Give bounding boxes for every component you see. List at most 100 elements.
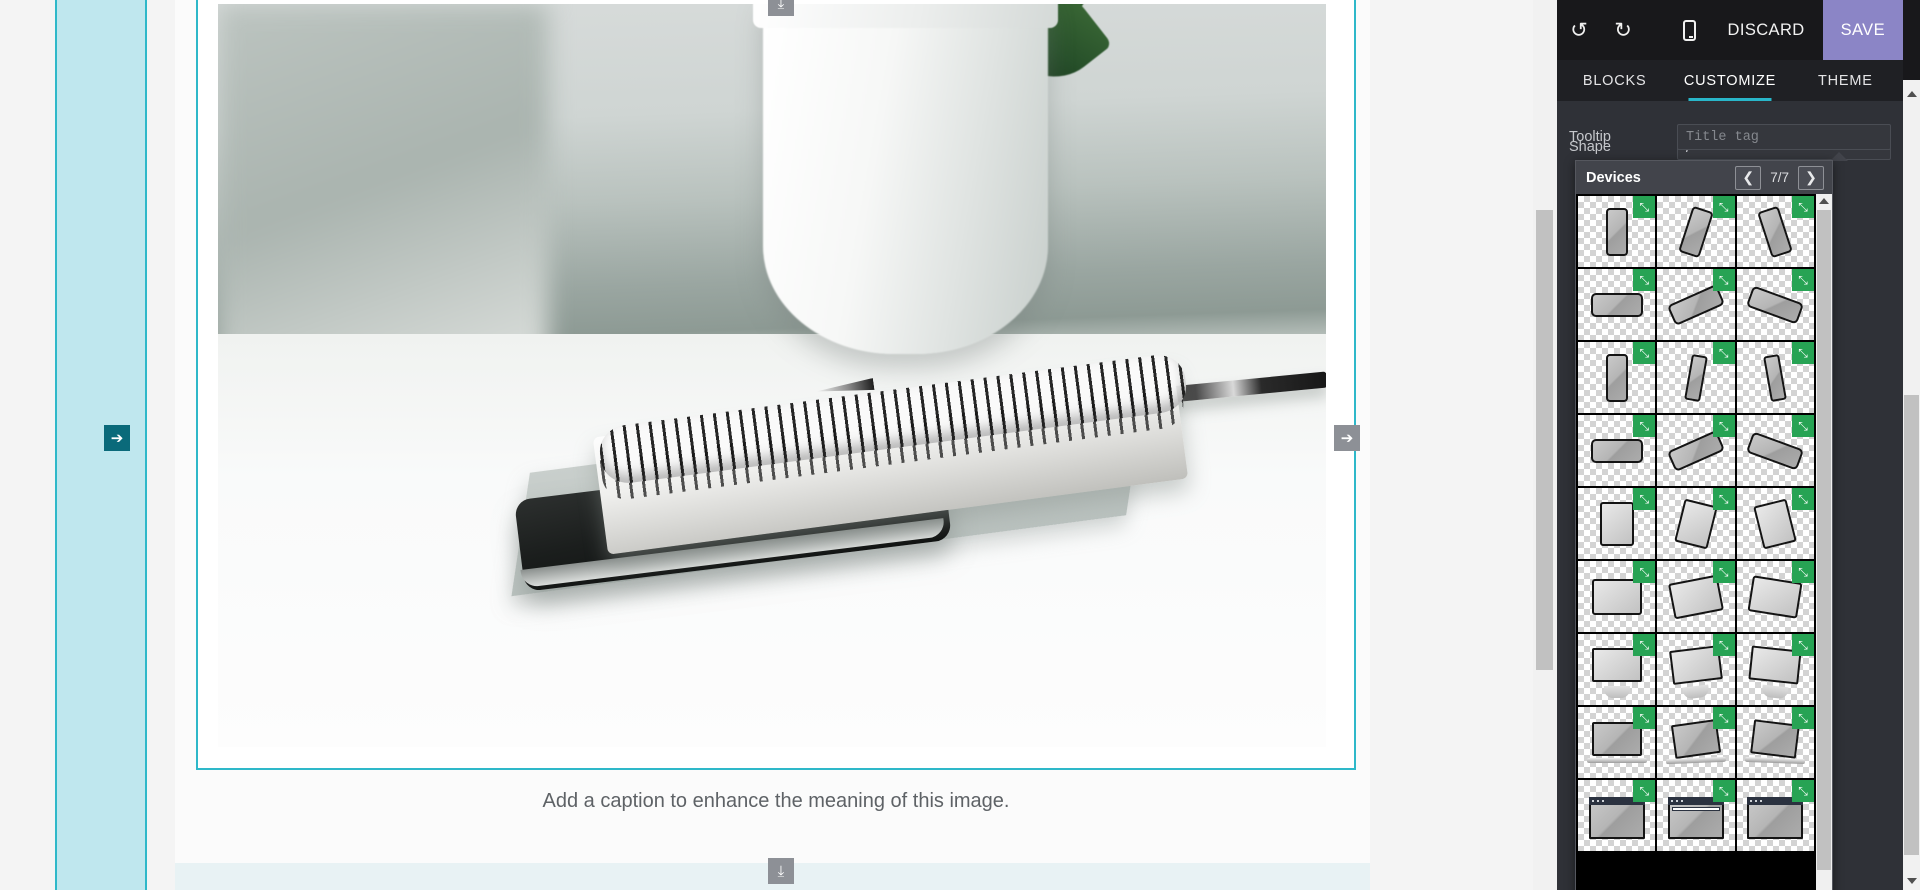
expand-icon[interactable]: ⤡	[1792, 269, 1814, 291]
expand-icon[interactable]: ⤡	[1633, 415, 1656, 437]
scroll-down-icon[interactable]	[1903, 872, 1920, 889]
devices-grid-wrap: ⤡ ⤡ ⤡ ⤡ ⤡ ⤡ ⤡ ⤡ ⤡ ⤡ ⤡ ⤡ ⤡ ⤡ ⤡ ⤡ ⤡ ⤡ ⤡ ⤡ ⤡ ⤡ ⤡ ⤡ ⤡ ⤡ ⤡	[1576, 194, 1832, 890]
expand-icon[interactable]: ⤡	[1792, 561, 1814, 583]
expand-icon[interactable]: ⤡	[1633, 196, 1656, 218]
device-thumb-phone-portrait-front[interactable]: ⤡	[1578, 196, 1656, 267]
expand-icon[interactable]: ⤡	[1712, 269, 1735, 291]
handle-move-down[interactable]: ⤓	[768, 858, 794, 884]
device-thumb-laptop-front[interactable]: ⤡	[1578, 707, 1656, 778]
expand-icon[interactable]: ⤡	[1792, 780, 1814, 802]
image-block-photo[interactable]	[218, 4, 1326, 747]
expand-icon[interactable]: ⤡	[1712, 634, 1735, 656]
device-thumb-laptop-tilt-a[interactable]: ⤡	[1657, 707, 1735, 778]
image-caption[interactable]: Add a caption to enhance the meaning of …	[196, 790, 1356, 813]
panel-scrollbar-thumb[interactable]	[1904, 395, 1919, 855]
handle-move-up[interactable]: ⤓	[768, 0, 794, 16]
panel-scrollbar-top-cap	[1903, 0, 1920, 80]
device-thumb-tablet-landscape-tilt-a[interactable]: ⤡	[1657, 561, 1735, 632]
device-thumb-phone-landscape-tilt-a[interactable]: ⤡	[1657, 269, 1735, 340]
expand-icon[interactable]: ⤡	[1633, 269, 1656, 291]
handle-move-left[interactable]: ➔	[104, 425, 130, 451]
device-thumb-phone2-landscape-tilt-a[interactable]: ⤡	[1657, 415, 1735, 486]
expand-icon[interactable]: ⤡	[1633, 342, 1656, 364]
device-thumb-browser-window-dark[interactable]: ⤡	[1736, 780, 1814, 851]
device-thumb-phone-tilted-left[interactable]: ⤡	[1657, 196, 1735, 267]
device-thumb-tablet-tilted-right[interactable]: ⤡	[1736, 488, 1814, 559]
photo-plant-pot	[763, 4, 1048, 354]
expand-icon[interactable]: ⤡	[1712, 342, 1735, 364]
image-block-selection[interactable]	[196, 0, 1356, 770]
monitor-stand	[1761, 684, 1789, 699]
devices-next-button[interactable]: ❯	[1798, 165, 1824, 190]
device-thumb-monitor-tilt-a[interactable]: ⤡	[1657, 634, 1735, 705]
device-silhouette	[1590, 292, 1643, 317]
expand-icon[interactable]: ⤡	[1633, 707, 1656, 729]
tab-theme[interactable]: THEME	[1788, 60, 1903, 101]
undo-icon[interactable]: ↺	[1557, 0, 1601, 60]
expand-icon[interactable]: ⤡	[1633, 488, 1656, 510]
expand-icon[interactable]: ⤡	[1712, 488, 1735, 510]
expand-icon[interactable]: ⤡	[1633, 561, 1656, 583]
devices-prev-button[interactable]: ❮	[1735, 165, 1762, 190]
device-thumb-phone-landscape-front[interactable]: ⤡	[1578, 269, 1656, 340]
expand-icon[interactable]: ⤡	[1712, 561, 1735, 583]
device-silhouette	[1763, 353, 1788, 402]
device-silhouette	[1605, 353, 1628, 402]
expand-icon[interactable]: ⤡	[1792, 196, 1814, 218]
device-thumb-monitor-tilt-b[interactable]: ⤡	[1736, 634, 1814, 705]
device-thumb-tablet-landscape-front[interactable]: ⤡	[1578, 561, 1656, 632]
device-thumb-phone2-landscape-front[interactable]: ⤡	[1578, 415, 1656, 486]
expand-icon[interactable]: ⤡	[1792, 415, 1814, 437]
tab-blocks[interactable]: BLOCKS	[1557, 60, 1672, 101]
field-row-tooltip: Tooltip Title tag	[1569, 119, 1891, 155]
device-silhouette	[1684, 353, 1708, 402]
expand-icon[interactable]: ⤡	[1712, 780, 1735, 802]
device-thumb-tablet-portrait-front[interactable]: ⤡	[1578, 488, 1656, 559]
handle-move-right[interactable]: ➔	[1334, 425, 1360, 451]
panel-tabs: BLOCKS CUSTOMIZE THEME	[1557, 60, 1903, 101]
device-silhouette	[1590, 438, 1643, 463]
devices-scrollbar[interactable]	[1816, 194, 1832, 890]
mobile-preview-icon[interactable]	[1670, 0, 1710, 60]
canvas-scrollbar-thumb[interactable]	[1536, 210, 1553, 670]
scroll-up-icon[interactable]	[1819, 198, 1829, 204]
device-thumb-phone2-landscape-tilt-b[interactable]: ⤡	[1736, 415, 1814, 486]
device-thumb-phone-tilted-right[interactable]: ⤡	[1736, 196, 1814, 267]
device-silhouette	[1757, 205, 1794, 258]
device-silhouette	[1678, 205, 1714, 258]
device-thumb-laptop-tilt-b[interactable]: ⤡	[1736, 707, 1814, 778]
device-thumb-phone2-portrait-front[interactable]: ⤡	[1578, 342, 1656, 413]
page-canvas[interactable]: Add a caption to enhance the meaning of …	[0, 0, 1557, 890]
device-thumb-phone2-tilted-left[interactable]: ⤡	[1657, 342, 1735, 413]
laptop-base	[1586, 757, 1647, 763]
photo-plant-pot-rim	[753, 4, 1058, 28]
expand-icon[interactable]: ⤡	[1712, 196, 1735, 218]
device-thumb-phone2-tilted-right[interactable]: ⤡	[1736, 342, 1814, 413]
save-button[interactable]: SAVE	[1822, 0, 1903, 60]
expand-icon[interactable]: ⤡	[1633, 634, 1656, 656]
scroll-up-icon[interactable]	[1903, 85, 1920, 102]
expand-icon[interactable]: ⤡	[1792, 488, 1814, 510]
panel-scrollbar[interactable]	[1903, 0, 1920, 890]
discard-button[interactable]: DISCARD	[1710, 0, 1823, 60]
expand-icon[interactable]: ⤡	[1712, 415, 1735, 437]
tab-customize[interactable]: CUSTOMIZE	[1672, 60, 1787, 101]
device-thumb-phone-landscape-tilt-b[interactable]: ⤡	[1736, 269, 1814, 340]
device-thumb-monitor-front[interactable]: ⤡	[1578, 634, 1656, 705]
redo-icon[interactable]: ↻	[1601, 0, 1645, 60]
devices-page-counter: 7/7	[1770, 170, 1789, 185]
device-thumb-tablet-landscape-tilt-b[interactable]: ⤡	[1736, 561, 1814, 632]
device-thumb-browser-window-plain[interactable]: ⤡	[1578, 780, 1656, 851]
devices-scrollbar-thumb[interactable]	[1817, 210, 1831, 870]
device-silhouette	[1674, 498, 1718, 549]
expand-icon[interactable]: ⤡	[1792, 707, 1814, 729]
expand-icon[interactable]: ⤡	[1633, 780, 1656, 802]
expand-icon[interactable]: ⤡	[1712, 707, 1735, 729]
browser-dots	[1750, 799, 1765, 802]
tooltip-input[interactable]: Title tag	[1677, 124, 1891, 150]
device-thumb-browser-window-urlbar[interactable]: ⤡	[1657, 780, 1735, 851]
selected-column-left[interactable]	[55, 0, 147, 890]
expand-icon[interactable]: ⤡	[1792, 634, 1814, 656]
expand-icon[interactable]: ⤡	[1792, 342, 1814, 364]
device-thumb-tablet-tilted-left[interactable]: ⤡	[1657, 488, 1735, 559]
